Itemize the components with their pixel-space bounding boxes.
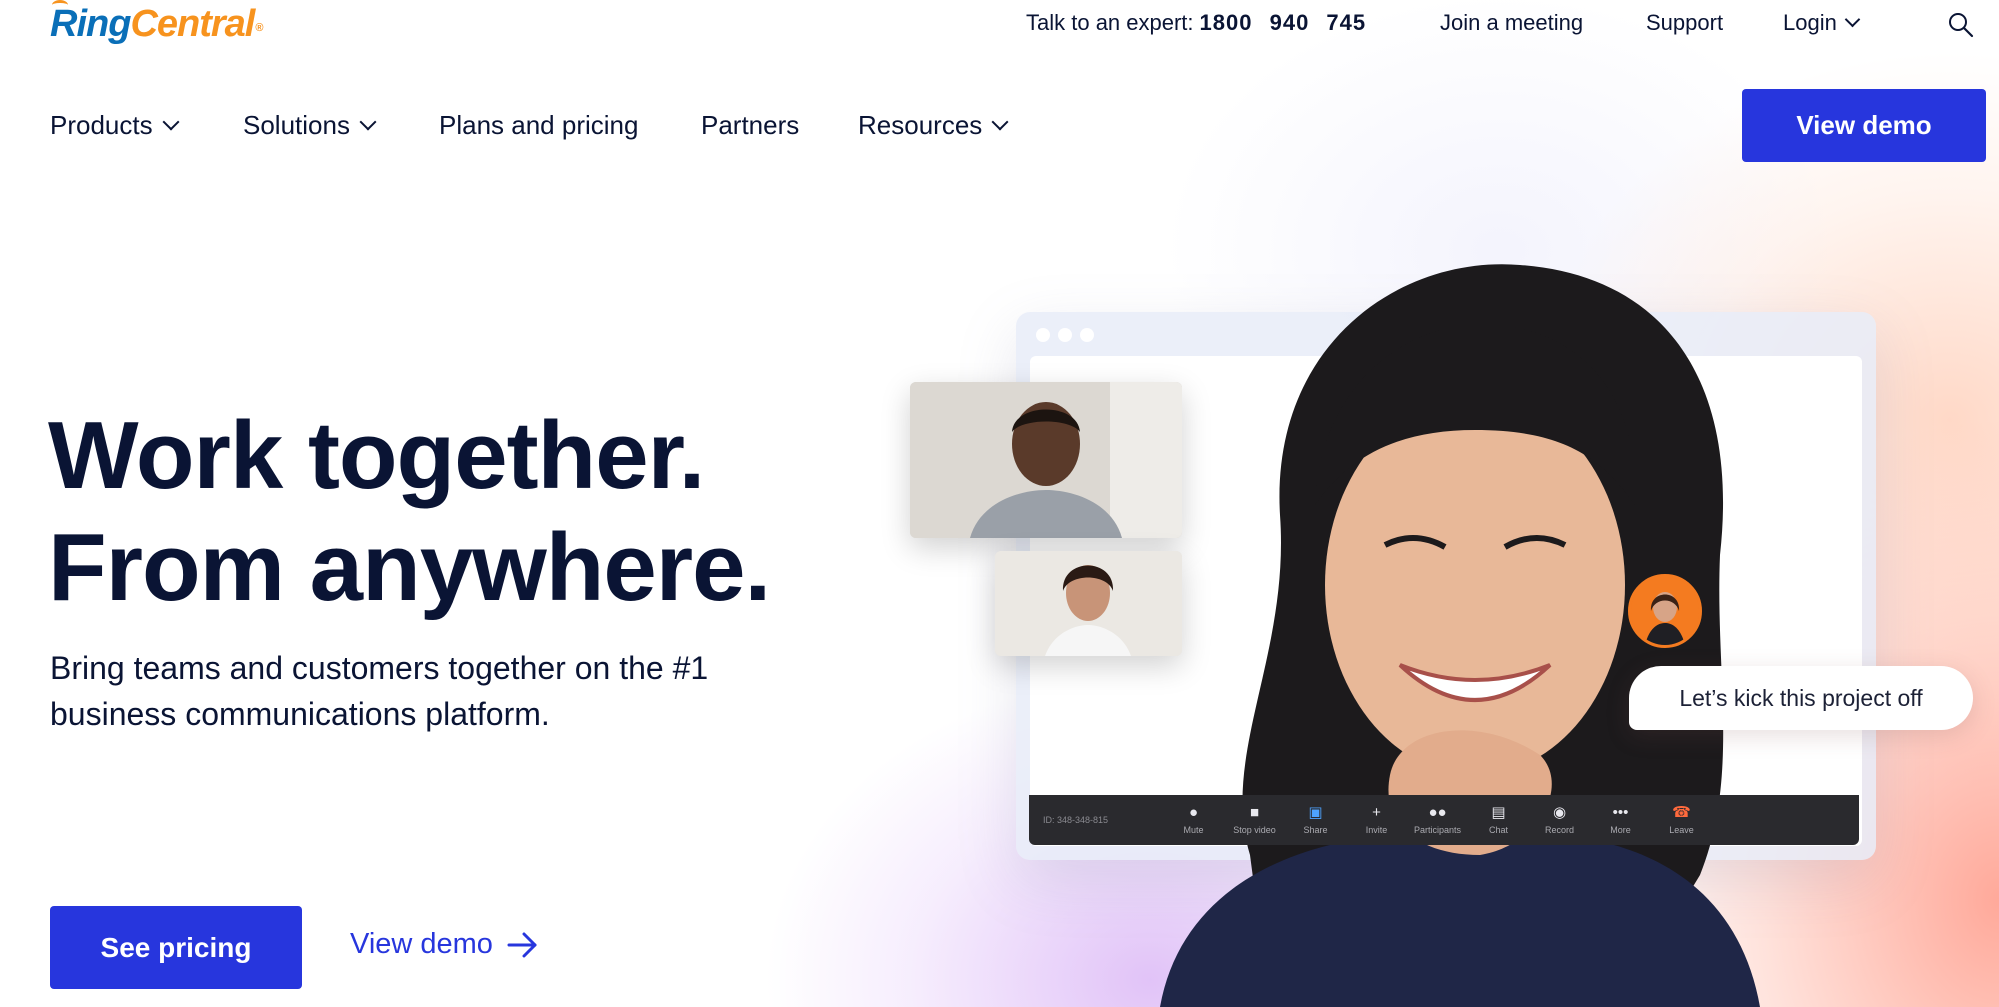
- view-demo-button[interactable]: View demo: [1742, 89, 1986, 162]
- window-dots: [1036, 328, 1094, 342]
- support-link[interactable]: Support: [1646, 10, 1723, 36]
- expert-phone[interactable]: 1800 940 745: [1200, 10, 1367, 35]
- logo-wave-icon: [52, 0, 68, 10]
- chevron-down-icon: [359, 113, 377, 131]
- login-menu[interactable]: Login: [1783, 10, 1861, 36]
- login-label: Login: [1783, 10, 1837, 35]
- more-icon: •••: [1612, 804, 1629, 821]
- join-meeting-link[interactable]: Join a meeting: [1440, 10, 1583, 36]
- participant-photo: [995, 551, 1182, 656]
- microphone-icon: ●: [1188, 804, 1199, 821]
- participant-photo: [910, 382, 1182, 538]
- phone-hangup-icon: ☎: [1672, 804, 1691, 821]
- nav-plans-pricing[interactable]: Plans and pricing: [439, 110, 638, 141]
- record-button[interactable]: ◉ Record: [1529, 804, 1590, 836]
- chevron-down-icon: [991, 113, 1009, 131]
- leave-button[interactable]: ☎ Leave: [1651, 804, 1712, 836]
- arrow-right-icon: [507, 932, 537, 957]
- participants-button[interactable]: ●● Participants: [1407, 804, 1468, 836]
- see-pricing-button[interactable]: See pricing: [50, 906, 302, 989]
- share-screen-icon: ▣: [1308, 804, 1323, 821]
- avatar-photo: [1631, 577, 1699, 645]
- nav-products[interactable]: Products: [50, 110, 180, 141]
- presenter-photo: [1160, 264, 1760, 1007]
- participants-icon: ●●: [1428, 804, 1447, 821]
- chevron-down-icon: [1844, 11, 1861, 28]
- mute-button[interactable]: ● Mute: [1163, 804, 1224, 836]
- avatar: [1628, 574, 1702, 648]
- chat-icon: ▤: [1491, 804, 1506, 821]
- meeting-toolbar: ID: 348-348-815 ● Mute ■ Stop video ▣ Sh…: [1029, 795, 1859, 845]
- view-demo-link[interactable]: View demo: [350, 928, 539, 961]
- expert-label: Talk to an expert:: [1026, 10, 1194, 35]
- chat-message-bubble: Let’s kick this project off: [1629, 666, 1973, 730]
- chat-button[interactable]: ▤ Chat: [1468, 804, 1529, 836]
- ringcentral-logo[interactable]: Ring Central ®: [50, 0, 263, 50]
- nav-solutions[interactable]: Solutions: [243, 110, 377, 141]
- hero-title-line2: From anywhere.: [48, 514, 771, 621]
- nav-resources[interactable]: Resources: [858, 110, 1009, 141]
- share-button[interactable]: ▣ Share: [1285, 804, 1346, 836]
- invite-button[interactable]: + Invite: [1346, 804, 1407, 836]
- stop-video-button[interactable]: ■ Stop video: [1224, 804, 1285, 836]
- hero-title-line1: Work together.: [48, 402, 705, 509]
- invite-user-icon: +: [1372, 804, 1381, 821]
- participant-thumbnail: [910, 382, 1182, 538]
- search-icon[interactable]: [1948, 12, 1974, 38]
- record-icon: ◉: [1552, 804, 1567, 821]
- chevron-down-icon: [162, 113, 180, 131]
- nav-partners[interactable]: Partners: [701, 110, 799, 141]
- hero-subtitle: Bring teams and customers together on th…: [50, 650, 709, 732]
- talk-to-expert[interactable]: Talk to an expert: 1800 940 745: [1026, 10, 1366, 36]
- participant-thumbnail: [995, 551, 1182, 656]
- hero-title: Work together. From anywhere.: [48, 400, 771, 624]
- video-camera-icon: ■: [1249, 804, 1260, 821]
- more-button[interactable]: ••• More: [1590, 804, 1651, 836]
- meeting-id: ID: 348-348-815: [1043, 815, 1109, 825]
